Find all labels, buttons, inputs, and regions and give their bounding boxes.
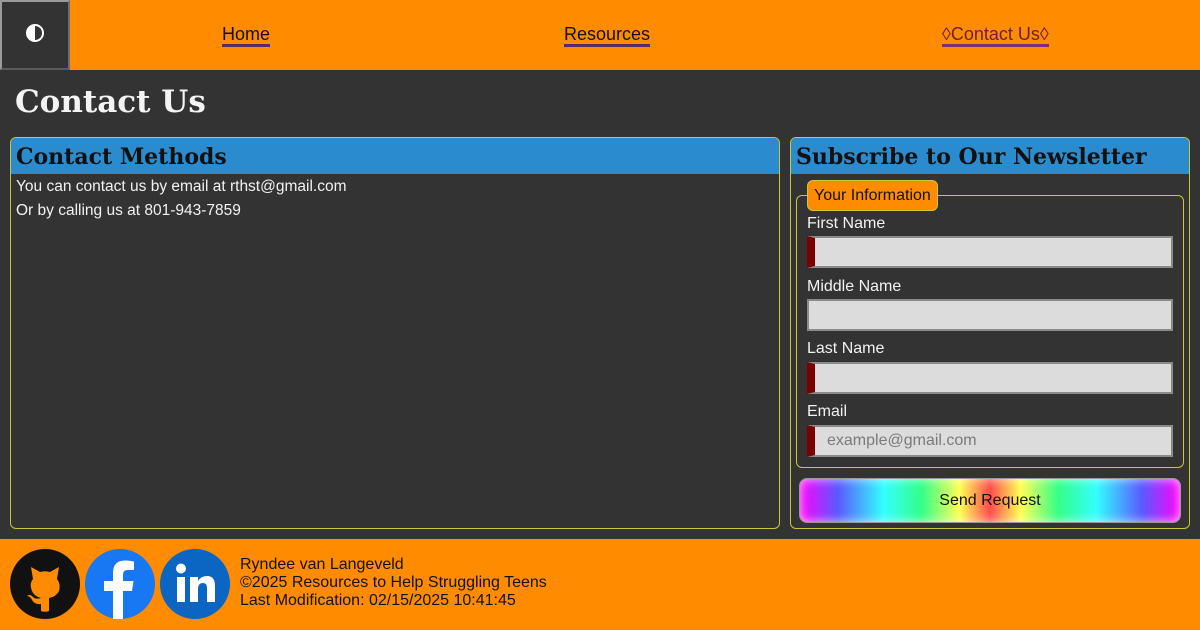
middle-name-label: Middle Name — [807, 278, 902, 295]
page-title: Contact Us — [15, 84, 206, 120]
footer-copyright: ©2025 Resources to Help Struggling Teens — [240, 574, 547, 591]
send-request-button[interactable]: Send Request — [799, 478, 1181, 523]
nav-link-contact-us[interactable]: ◊Contact Us◊ — [942, 24, 1049, 47]
github-icon[interactable] — [10, 549, 80, 619]
linkedin-icon[interactable] — [160, 549, 230, 619]
middle-name-input[interactable] — [807, 299, 1173, 331]
footer-last-modified: Last Modification: 02/15/2025 10:41:45 — [240, 592, 516, 609]
theme-toggle-button[interactable] — [0, 0, 70, 70]
contact-methods-heading: Contact Methods — [11, 138, 779, 174]
nav-link-resources[interactable]: Resources — [564, 24, 651, 47]
email-label: Email — [807, 403, 848, 420]
nav-link-home[interactable]: Home — [222, 24, 271, 47]
contrast-icon — [25, 23, 45, 48]
first-name-label: First Name — [807, 215, 886, 232]
footer-author: Ryndee van Langeveld — [240, 556, 404, 573]
contact-phone-line: Or by calling us at 801-943-7859 — [16, 202, 241, 219]
your-information-legend: Your Information — [807, 180, 938, 211]
newsletter-heading: Subscribe to Our Newsletter — [791, 138, 1189, 174]
email-input[interactable] — [807, 425, 1173, 457]
contact-email-line: You can contact us by email at rthst@gma… — [16, 178, 347, 195]
facebook-icon[interactable] — [85, 549, 155, 619]
last-name-label: Last Name — [807, 340, 885, 357]
first-name-input[interactable] — [807, 236, 1173, 268]
contact-methods-panel: Contact Methods You can contact us by em… — [10, 137, 780, 529]
top-nav: Home Resources ◊Contact Us◊ — [0, 0, 1200, 70]
last-name-input[interactable] — [807, 362, 1173, 394]
